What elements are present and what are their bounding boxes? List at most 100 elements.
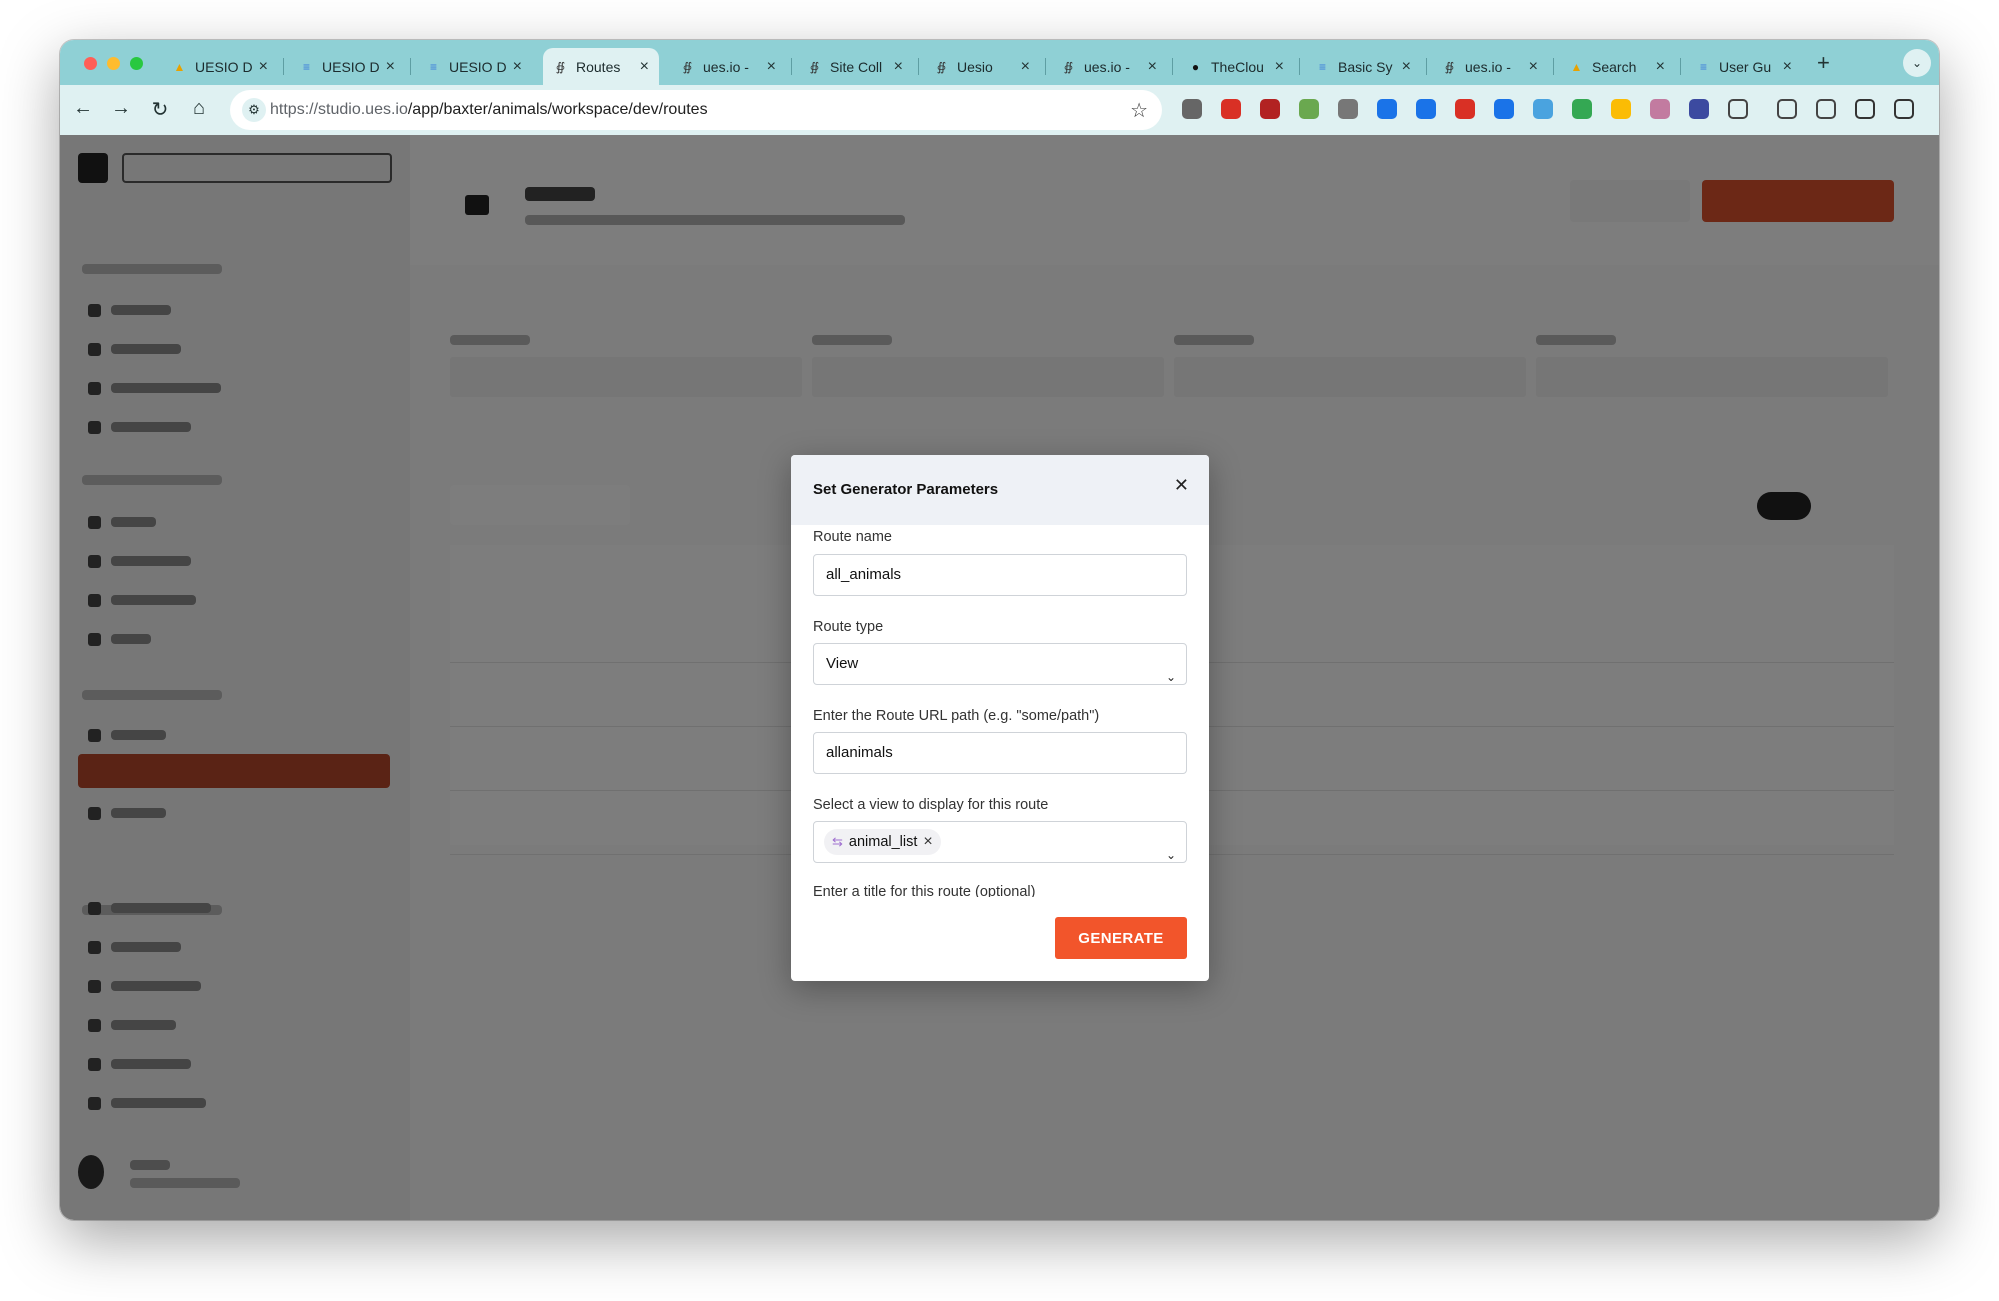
home-icon[interactable]: ⌂ <box>186 97 212 120</box>
close-tab-icon[interactable]: × <box>1783 58 1792 76</box>
tab-separator <box>1299 58 1300 75</box>
url-host: https://studio.ues.io <box>270 101 408 118</box>
close-tab-icon[interactable]: × <box>1656 58 1665 76</box>
browser-tab[interactable]: ● TheClou × <box>1178 48 1294 85</box>
extension-icon[interactable] <box>1816 99 1836 119</box>
uesio-icon: ∯ <box>936 59 947 74</box>
tab-label: UESIO D <box>195 58 253 75</box>
extension-icon[interactable] <box>1182 99 1202 119</box>
docs-icon: ≡ <box>429 59 437 74</box>
route-type-value: View <box>826 655 859 672</box>
extension-icon[interactable] <box>1416 99 1436 119</box>
view-select-label: Select a view to display for this route <box>813 797 1049 813</box>
tab-separator <box>283 58 284 75</box>
new-tab-button[interactable]: + <box>1817 50 1830 76</box>
close-tab-icon[interactable]: × <box>1402 58 1411 76</box>
close-tab-icon[interactable]: × <box>1148 58 1157 76</box>
tab-label: Site Coll <box>830 58 883 75</box>
extension-icon[interactable] <box>1221 99 1241 119</box>
browser-tab[interactable]: ∯ ues.io - × <box>1432 48 1548 85</box>
extension-icon[interactable] <box>1855 99 1875 119</box>
route-path-label: Enter the Route URL path (e.g. "some/pat… <box>813 708 1100 724</box>
tab-separator <box>1172 58 1173 75</box>
route-type-select[interactable]: View ⌄ <box>813 643 1187 685</box>
tab-separator <box>1426 58 1427 75</box>
zoom-window-button[interactable] <box>130 57 143 70</box>
close-tab-icon[interactable]: × <box>259 58 268 76</box>
extension-icon[interactable] <box>1299 99 1319 119</box>
browser-tab[interactable]: ∯ ues.io - × <box>670 48 786 85</box>
view-icon: ⇆ <box>832 834 843 849</box>
close-tab-icon[interactable]: × <box>1529 58 1538 76</box>
url-path: /app/baxter/animals/workspace/dev/routes <box>407 101 708 118</box>
site-info-icon[interactable]: ⚙ <box>242 98 266 122</box>
forward-icon[interactable]: → <box>108 97 134 120</box>
extension-icon[interactable] <box>1728 99 1748 119</box>
bookmark-star-icon[interactable]: ☆ <box>1130 98 1148 123</box>
back-icon[interactable]: ← <box>70 97 96 120</box>
docs-icon: ≡ <box>302 59 310 74</box>
close-tab-icon[interactable]: × <box>894 58 903 76</box>
browser-tab[interactable]: ▲ UESIO D × <box>162 48 278 85</box>
browser-tab[interactable]: ∯ Routes × <box>543 48 659 85</box>
browser-tab[interactable]: ∯ Site Coll × <box>797 48 913 85</box>
browser-tab[interactable]: ▲ Search × <box>1559 48 1675 85</box>
close-tab-icon[interactable]: × <box>386 58 395 76</box>
window-controls <box>84 57 143 70</box>
close-icon[interactable]: ✕ <box>1174 475 1189 496</box>
view-multiselect[interactable]: ⇆ animal_list × ⌄ <box>813 821 1187 863</box>
uesio-icon: ∯ <box>1444 59 1455 74</box>
tab-label: ues.io - <box>703 58 749 75</box>
extension-icon[interactable] <box>1572 99 1592 119</box>
tab-label: Routes <box>576 58 621 75</box>
tab-strip: ▲ UESIO D × ≡ UESIO D × ≡ UESIO D × ∯ Routes × ∯ ues.… <box>60 40 1939 85</box>
extension-icon[interactable] <box>1455 99 1475 119</box>
extension-icon[interactable] <box>1777 99 1797 119</box>
github-icon: ● <box>1191 59 1200 74</box>
browser-tab[interactable]: ≡ UESIO D × <box>289 48 405 85</box>
tab-search-button[interactable]: ⌄ <box>1903 49 1931 77</box>
chevron-down-icon: ⌄ <box>1165 848 1176 862</box>
minimize-window-button[interactable] <box>107 57 120 70</box>
address-bar[interactable]: ⚙ https://studio.ues.io/app/baxter/anima… <box>230 90 1162 130</box>
extension-icon[interactable] <box>1689 99 1709 119</box>
uesio-icon: ∯ <box>809 59 820 74</box>
extension-icon[interactable] <box>1611 99 1631 119</box>
route-title-label: Enter a title for this route (optional) <box>813 884 1036 897</box>
browser-tab[interactable]: ∯ Uesio × <box>924 48 1040 85</box>
close-tab-icon[interactable]: × <box>513 58 522 76</box>
generator-dialog: Set Generator Parameters ✕ Route name al… <box>791 455 1209 981</box>
route-path-input[interactable]: allanimals <box>813 732 1187 774</box>
extension-icon[interactable] <box>1650 99 1670 119</box>
remove-chip-icon[interactable]: × <box>923 822 932 862</box>
dialog-header: Set Generator Parameters ✕ <box>791 455 1209 525</box>
browser-tab[interactable]: ≡ UESIO D × <box>416 48 532 85</box>
tab-label: TheClou <box>1211 58 1264 75</box>
tab-label: User Gu <box>1719 58 1772 75</box>
close-tab-icon[interactable]: × <box>767 58 776 76</box>
close-window-button[interactable] <box>84 57 97 70</box>
extension-icon[interactable] <box>1377 99 1397 119</box>
browser-toolbar: ← → ↻ ⌂ ⚙ https://studio.ues.io/app/baxt… <box>60 85 1939 135</box>
browser-tab[interactable]: ≡ Basic Sy × <box>1305 48 1421 85</box>
generate-button[interactable]: GENERATE <box>1055 917 1187 959</box>
route-name-input[interactable]: all_animals <box>813 554 1187 596</box>
uesio-icon: ∯ <box>555 59 566 74</box>
tab-label: Basic Sy <box>1338 58 1393 75</box>
extension-icon[interactable] <box>1338 99 1358 119</box>
browser-tab[interactable]: ∯ ues.io - × <box>1051 48 1167 85</box>
route-name-label: Route name <box>813 529 892 545</box>
extension-icon[interactable] <box>1494 99 1514 119</box>
extension-icon[interactable] <box>1894 99 1914 119</box>
reload-icon[interactable]: ↻ <box>147 97 173 122</box>
chevron-down-icon: ⌄ <box>1165 670 1176 684</box>
close-tab-icon[interactable]: × <box>1021 58 1030 76</box>
browser-tab[interactable]: ≡ User Gu × <box>1686 48 1802 85</box>
uesio-icon: ∯ <box>682 59 693 74</box>
close-tab-icon[interactable]: × <box>1275 58 1284 76</box>
close-tab-icon[interactable]: × <box>640 58 649 76</box>
extension-icon[interactable] <box>1260 99 1280 119</box>
browser-window: ▲ UESIO D × ≡ UESIO D × ≡ UESIO D × ∯ Routes × ∯ ues.… <box>60 40 1939 1220</box>
tab-separator <box>410 58 411 75</box>
extension-icon[interactable] <box>1533 99 1553 119</box>
